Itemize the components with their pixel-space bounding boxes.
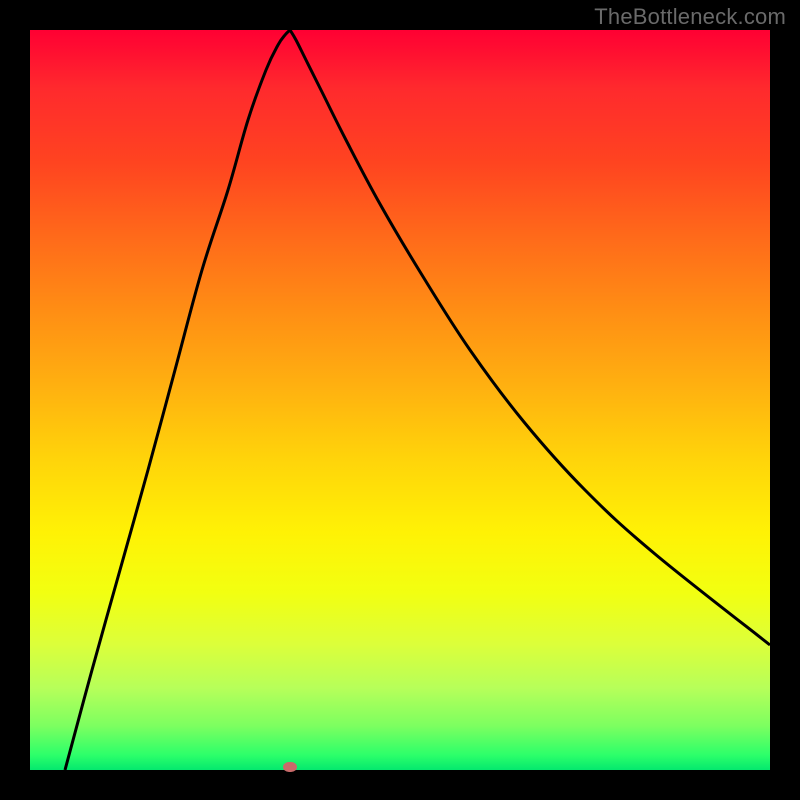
watermark-text: TheBottleneck.com <box>594 4 786 30</box>
curve-left-branch <box>65 30 290 770</box>
chart-frame: TheBottleneck.com <box>0 0 800 800</box>
curve-right-branch <box>290 30 770 645</box>
plot-area <box>30 30 770 770</box>
minimum-marker <box>283 762 297 772</box>
curve-svg <box>30 30 770 770</box>
